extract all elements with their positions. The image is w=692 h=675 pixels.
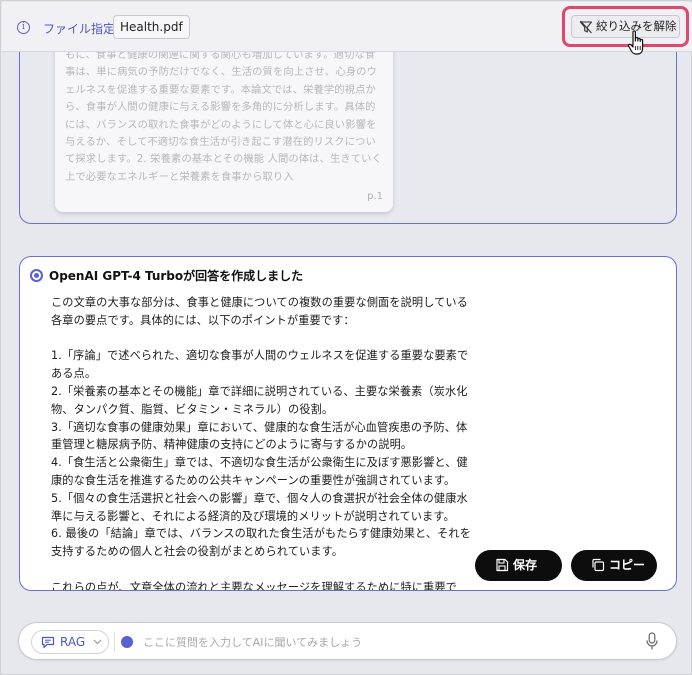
copy-icon: [592, 558, 605, 572]
page-number: p.1: [367, 191, 383, 202]
rag-icon: [41, 636, 55, 649]
ai-indicator-icon: [121, 636, 133, 648]
divider: [114, 632, 115, 652]
filter-off-icon: [579, 20, 593, 34]
model-indicator-icon: [30, 269, 43, 282]
microphone-icon[interactable]: [645, 632, 659, 651]
answer-conclusion: これらの点が、文章全体の流れと主要なメッセージを理解するために特に重要です。: [51, 580, 457, 591]
rag-mode-label: RAG: [60, 635, 86, 649]
app-window: もに、食事と健康の関連に関する関心も増加しています。適切な食事は、単に病気の予防…: [0, 0, 692, 675]
hand-cursor-icon: [627, 30, 644, 55]
question-input[interactable]: [143, 632, 623, 652]
copy-label: コピー: [609, 558, 646, 572]
info-icon[interactable]: [17, 21, 30, 34]
answer-point: 2.「栄養素の基本とその機能」章で詳細に説明されている、主要な栄養素（炭水化物、…: [51, 384, 468, 416]
file-select-label[interactable]: ファイル指定: [43, 20, 115, 37]
answer-intro: この文章の大事な部分は、食事と健康についての複数の重要な側面を説明している各章の…: [51, 296, 468, 327]
rag-mode-select[interactable]: RAG: [31, 630, 109, 654]
answer-point: 3.「適切な食事の健康効果」章において、健康的な食生活が心血管疾患の予防、体重管…: [51, 420, 468, 452]
copy-button[interactable]: コピー: [571, 550, 657, 581]
answer-point: 6. 最後の「結論」章では、バランスの取れた食生活がもたらす健康効果と、それを支…: [51, 527, 471, 559]
answer-point: 4.「食生活と公衆衛生」章では、不適切な食生活が公衆衛生に及ぼす悪影響と、健康的…: [51, 456, 468, 487]
top-bar: ファイル指定 Health.pdf 絞り込みを解除: [2, 2, 692, 52]
save-label: 保存: [513, 558, 538, 572]
answer-body: この文章の大事な部分は、食事と健康についての複数の重要な側面を説明している各章の…: [51, 294, 471, 591]
source-page-text: もに、食事と健康の関連に関する関心も増加しています。適切な食事は、単に病気の予防…: [65, 49, 382, 183]
answer-card: OpenAI GPT-4 Turboが回答を作成しました この文章の大事な部分は…: [19, 256, 677, 591]
unfilter-button[interactable]: 絞り込みを解除: [571, 15, 680, 38]
answer-title: OpenAI GPT-4 Turboが回答を作成しました: [49, 269, 304, 283]
unfilter-highlight: 絞り込みを解除: [562, 6, 689, 47]
answer-point: 5.「個々の食生活選択と社会への影響」章で、個々人の食選択が社会全体の健康水準に…: [51, 491, 468, 523]
question-input-bar: RAG: [18, 622, 677, 660]
answer-point: 1.「序論」で述べられた、適切な食事が人間のウェルネスを促進する重要な要素である…: [51, 349, 469, 381]
chevron-down-icon: [93, 639, 102, 645]
save-icon: [496, 558, 509, 572]
file-chip[interactable]: Health.pdf: [113, 15, 190, 39]
source-page-thumbnail[interactable]: もに、食事と健康の関連に関する関心も増加しています。適切な食事は、単に病気の予防…: [55, 41, 393, 212]
save-button[interactable]: 保存: [475, 550, 562, 581]
